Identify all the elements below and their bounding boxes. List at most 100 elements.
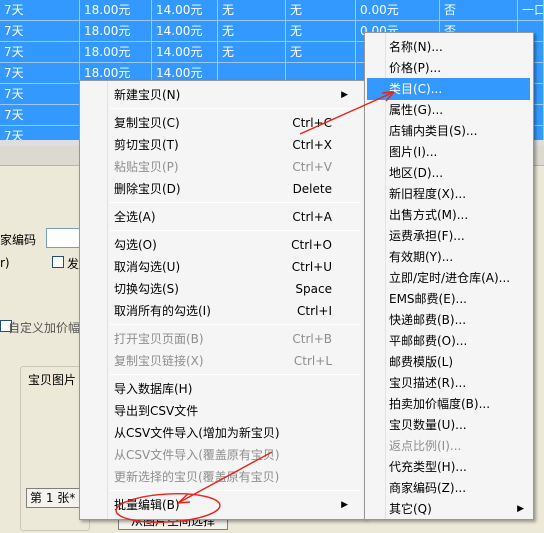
batch-edit-menu-item[interactable]: EMS邮费(E)... [367, 288, 530, 310]
batch-edit-menu-item[interactable]: 商家编码(Z)... [367, 477, 530, 499]
context-menu-item[interactable]: 取消所有的勾选(I) Ctrl+I [82, 300, 354, 322]
table-cell[interactable]: 无 [218, 0, 286, 21]
image-page-button[interactable]: 第 1 张* [26, 488, 80, 508]
batch-edit-menu-item-label: 宝贝描述(R)... [389, 376, 467, 390]
merchant-code-label: 家编码 [0, 233, 37, 247]
batch-edit-menu-item-label: 名称(N)... [389, 40, 443, 54]
table-cell[interactable]: 无 [218, 21, 286, 42]
context-menu-item-label: 勾选(O) [114, 238, 157, 252]
batch-edit-menu-item[interactable]: 宝贝描述(R)... [367, 372, 530, 394]
batch-edit-menu-item[interactable]: 立即/定时/进仓库(A)... [367, 267, 530, 289]
context-menu-item[interactable]: 复制宝贝(C) Ctrl+C [82, 112, 354, 134]
batch-edit-menu-item[interactable]: 名称(N)... [367, 36, 530, 58]
item-images-label: 宝贝图片 [28, 373, 77, 387]
context-menu-item[interactable]: 导出到CSV文件 [82, 400, 354, 422]
table-cell[interactable]: 无 [286, 42, 356, 63]
context-menu-item-label: 新建宝贝(N) [114, 88, 181, 102]
context-menu-item[interactable]: 剪切宝贝(T) Ctrl+X [82, 134, 354, 156]
context-menu-item[interactable]: 新建宝贝(N) ▶ [82, 84, 354, 106]
batch-edit-menu-item[interactable]: 快递邮费(B)... [367, 309, 530, 331]
batch-edit-menu-item-label: 宝贝数量(U)... [389, 418, 467, 432]
batch-edit-menu-item-label: 邮费模版(L) [389, 355, 454, 369]
batch-edit-menu-item-label: 运费承担(F)... [389, 229, 465, 243]
table-cell[interactable]: 7天 [0, 84, 80, 105]
table-cell[interactable]: 7天 [0, 42, 80, 63]
context-menu-item[interactable]: 从CSV文件导入(增加为新宝贝) [82, 422, 354, 444]
field-label-fragment: r) [0, 256, 10, 270]
submenu-arrow-icon: ▶ [517, 504, 524, 514]
table-cell[interactable]: 18.00元 [80, 21, 152, 42]
context-menu-item[interactable]: 全选(A) Ctrl+A [82, 206, 354, 228]
context-menu-item-label: 剪切宝贝(T) [114, 138, 179, 152]
context-menu-item: 从CSV文件导入(覆盖原有宝贝) [82, 444, 354, 466]
batch-edit-menu-item-label: 出售方式(M)... [389, 208, 469, 222]
batch-edit-submenu: 名称(N)... 价格(P)... 类目(C)... 属性(G)... 店铺内类目(S)… [364, 32, 534, 520]
batch-edit-menu-item-label: 其它(Q) [389, 502, 432, 516]
batch-edit-menu-item-label: 地区(D)... [389, 166, 444, 180]
menu-separator [110, 490, 360, 491]
batch-edit-menu-item-label: 图片(I)... [389, 145, 438, 159]
batch-edit-menu-item[interactable]: 类目(C)... [367, 78, 530, 100]
batch-edit-menu-item: 返点比例(I)... [367, 435, 530, 457]
table-cell[interactable]: 否 [440, 0, 518, 21]
menu-separator [110, 108, 360, 109]
batch-edit-menu-item[interactable]: 宝贝数量(U)... [367, 414, 530, 436]
batch-edit-menu-item-label: 新旧程度(X)... [389, 187, 467, 201]
batch-edit-menu-item[interactable]: 店铺内类目(S)... [367, 120, 530, 142]
batch-edit-menu-item-label: 快递邮费(B)... [389, 313, 467, 327]
table-row[interactable]: 7天 18.00元 14.00元无无 0.00元否一口 [0, 0, 544, 21]
batch-edit-menu-item-label: 代充类型(H)... [389, 460, 467, 474]
shortcut-label: Ctrl+L [293, 354, 332, 368]
batch-edit-menu-item[interactable]: 平邮邮费(O)... [367, 330, 530, 352]
context-menu-item[interactable]: 取消勾选(U) Ctrl+U [82, 256, 354, 278]
context-menu-item[interactable]: 删除宝贝(D) Delete [82, 178, 354, 200]
table-cell[interactable]: 7天 [0, 0, 80, 21]
context-menu-item-label: 更新选择的宝贝(覆盖原有宝贝) [114, 470, 280, 484]
context-menu-item-label: 取消所有的勾选(I) [114, 304, 211, 318]
context-menu-item[interactable]: 批量编辑(B) ▶ [82, 494, 354, 516]
context-menu-item-label: 全选(A) [114, 210, 156, 224]
batch-edit-menu-item-label: 返点比例(I)... [389, 439, 462, 453]
table-cell[interactable]: 14.00元 [152, 42, 218, 63]
batch-edit-menu-item[interactable]: 价格(P)... [367, 57, 530, 79]
table-cell[interactable]: 14.00元 [152, 21, 218, 42]
batch-edit-menu-item[interactable]: 代充类型(H)... [367, 456, 530, 478]
batch-edit-menu-item-label: 平邮邮费(O)... [389, 334, 468, 348]
context-menu-item-label: 从CSV文件导入(覆盖原有宝贝) [114, 448, 280, 462]
context-menu-item-label: 导入数据库(H) [114, 382, 193, 396]
batch-edit-menu-item[interactable]: 新旧程度(X)... [367, 183, 530, 205]
context-menu-item-label: 导出到CSV文件 [114, 404, 199, 418]
batch-edit-menu-item[interactable]: 其它(Q) ▶ [367, 498, 530, 520]
batch-edit-menu-item[interactable]: 属性(G)... [367, 99, 530, 121]
context-menu-item[interactable]: 切换勾选(S) Space [82, 278, 354, 300]
batch-edit-menu-item[interactable]: 出售方式(M)... [367, 204, 530, 226]
batch-edit-menu-item[interactable]: 有效期(Y)... [367, 246, 530, 268]
table-cell[interactable]: 18.00元 [80, 42, 152, 63]
publish-checkbox[interactable] [52, 256, 64, 268]
shortcut-label: Ctrl+U [291, 260, 332, 274]
batch-edit-menu-item[interactable]: 运费承担(F)... [367, 225, 530, 247]
context-menu-item[interactable]: 导入数据库(H) [82, 378, 354, 400]
table-cell[interactable]: 7天 [0, 105, 80, 126]
table-cell[interactable]: 18.00元 [80, 0, 152, 21]
context-menu-item-label: 从CSV文件导入(增加为新宝贝) [114, 426, 280, 440]
batch-edit-menu-item[interactable]: 邮费模版(L) [367, 351, 530, 373]
menu-separator [110, 202, 360, 203]
table-cell[interactable]: 14.00元 [152, 0, 218, 21]
context-menu-item-label: 取消勾选(U) [114, 260, 181, 274]
table-cell[interactable]: 7天 [0, 63, 80, 84]
batch-edit-menu-item[interactable]: 拍卖加价幅度(B)... [367, 393, 530, 415]
context-menu-item: 粘贴宝贝(P) Ctrl+V [82, 156, 354, 178]
table-cell[interactable]: 一口 [518, 0, 544, 21]
table-cell[interactable]: 无 [286, 21, 356, 42]
table-cell[interactable]: 无 [218, 42, 286, 63]
context-menu-item[interactable]: 勾选(O) Ctrl+O [82, 234, 354, 256]
batch-edit-menu-item[interactable]: 图片(I)... [367, 141, 530, 163]
menu-separator [110, 324, 360, 325]
table-cell[interactable]: 无 [286, 0, 356, 21]
table-cell[interactable]: 0.00元 [356, 0, 440, 21]
custom-price-label: 自定义加价幅 [8, 321, 81, 335]
batch-edit-menu-item-label: 有效期(Y)... [389, 250, 454, 264]
batch-edit-menu-item[interactable]: 地区(D)... [367, 162, 530, 184]
table-cell[interactable]: 7天 [0, 21, 80, 42]
